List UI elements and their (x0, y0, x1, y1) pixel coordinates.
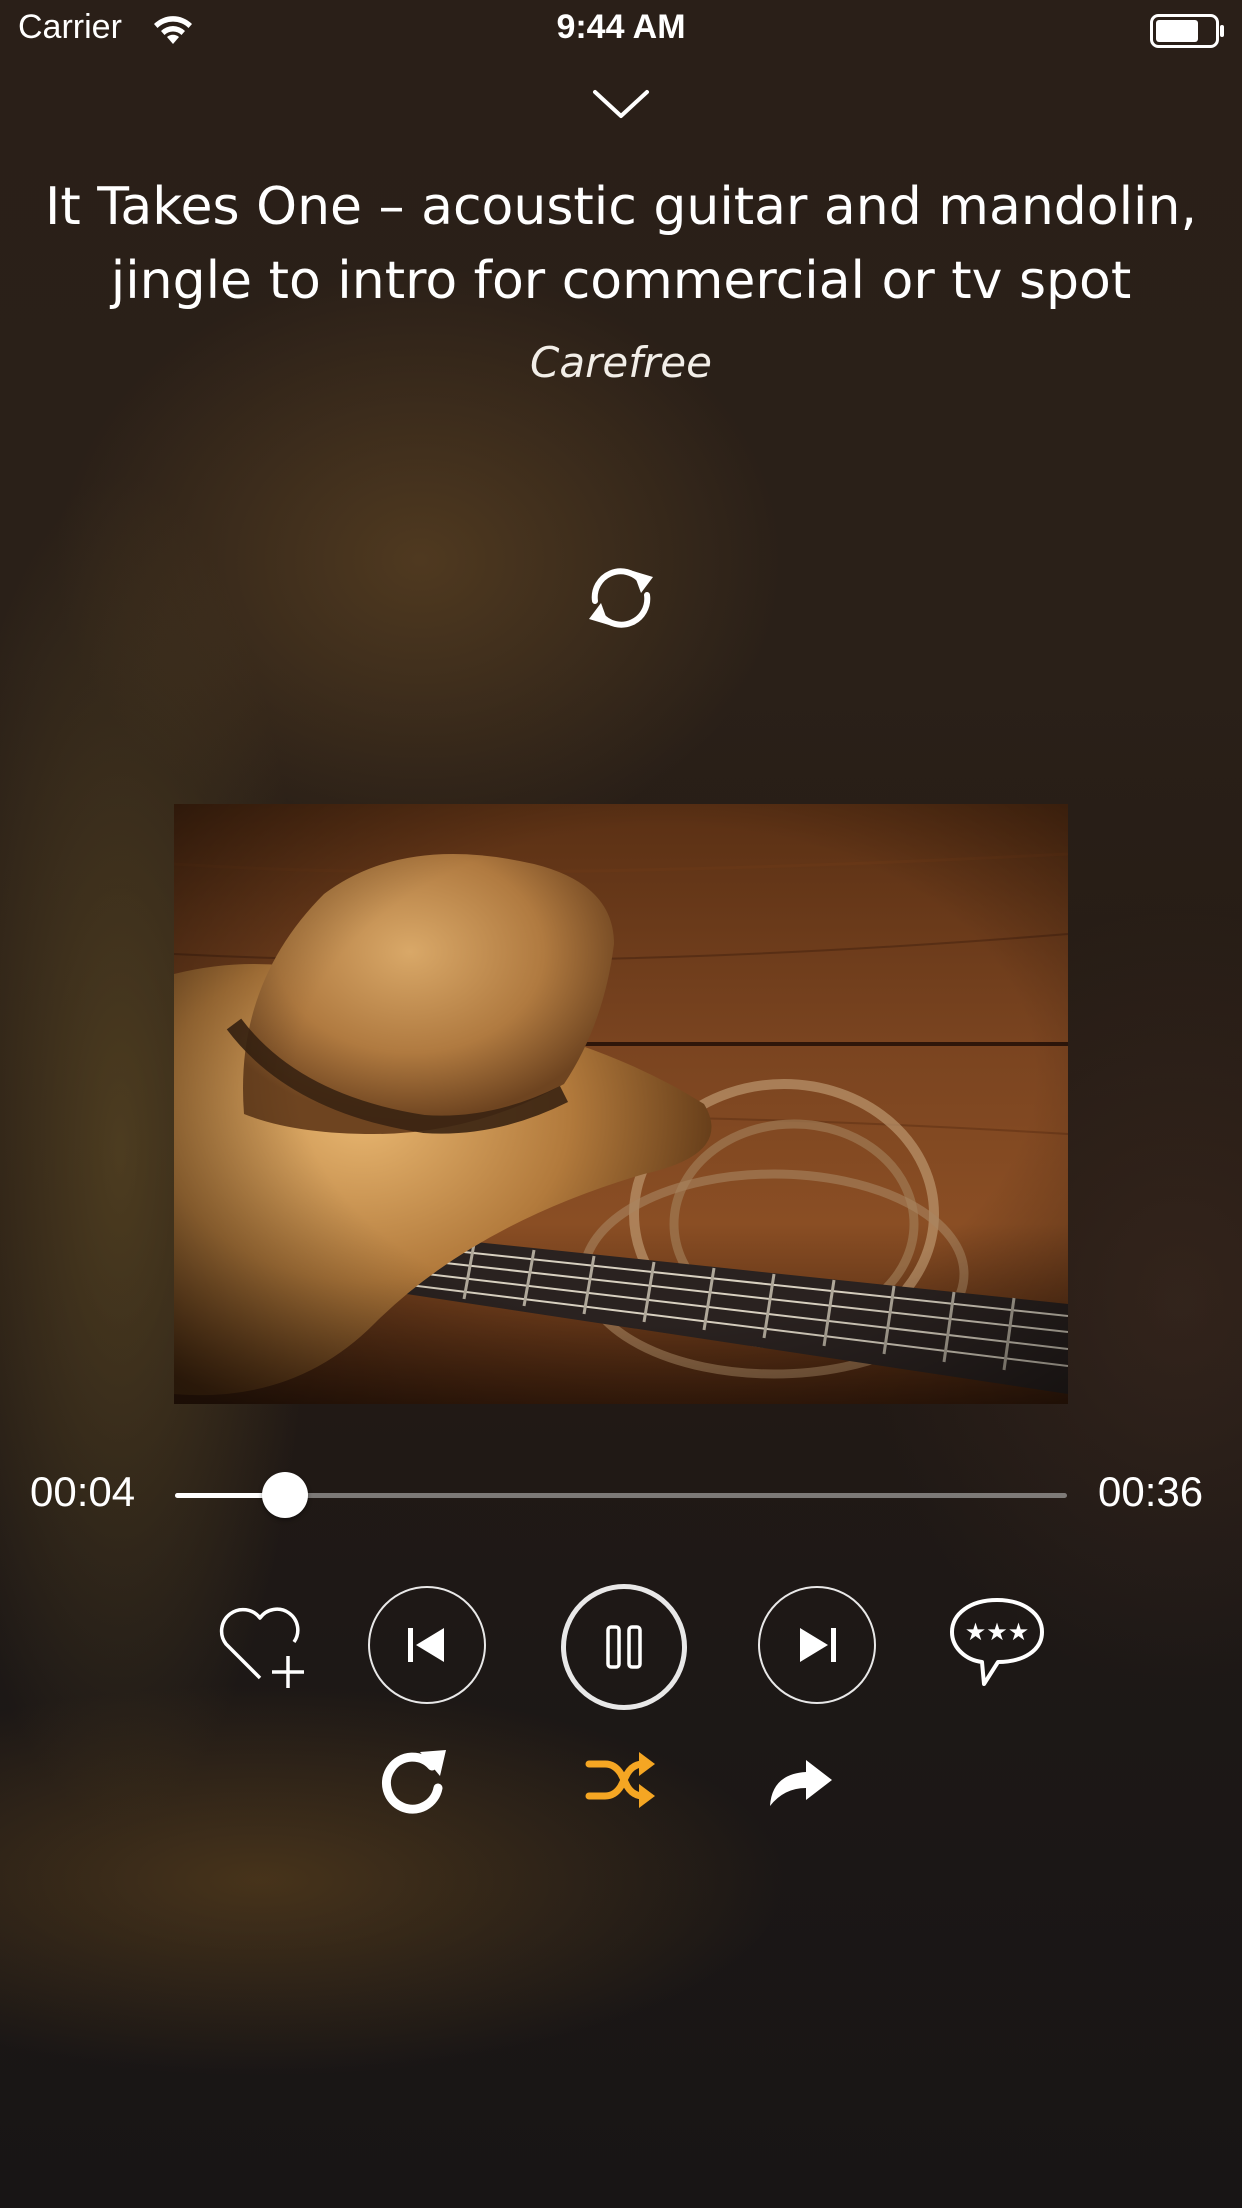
repeat-icon[interactable] (376, 1744, 450, 1816)
svg-text:★★★: ★★★ (965, 1618, 1030, 1646)
pause-icon (606, 1625, 642, 1669)
album-artwork (174, 804, 1068, 1404)
heart-add-icon[interactable] (214, 1598, 310, 1690)
battery-icon (1150, 14, 1224, 48)
status-time: 9:44 AM (556, 8, 686, 46)
track-subtitle: Carefree (530, 338, 712, 387)
skip-previous-icon (408, 1628, 444, 1662)
skip-next-icon (800, 1628, 836, 1662)
progress-thumb[interactable] (261, 1472, 308, 1518)
shuffle-icon[interactable] (585, 1748, 657, 1812)
sync-icon[interactable] (581, 563, 661, 633)
chevron-down-icon[interactable] (591, 84, 651, 124)
rating-comment-icon[interactable]: ★★★ (946, 1594, 1048, 1690)
track-title: It Takes One – acoustic guitar and mando… (45, 177, 1197, 311)
share-icon[interactable] (764, 1748, 836, 1812)
previous-button[interactable] (368, 1586, 486, 1704)
elapsed-time: 00:04 (30, 1468, 136, 1515)
pause-button[interactable] (561, 1584, 687, 1710)
progress-slider[interactable] (175, 1472, 1067, 1518)
total-time: 00:36 (1098, 1468, 1204, 1515)
next-button[interactable] (758, 1586, 876, 1704)
